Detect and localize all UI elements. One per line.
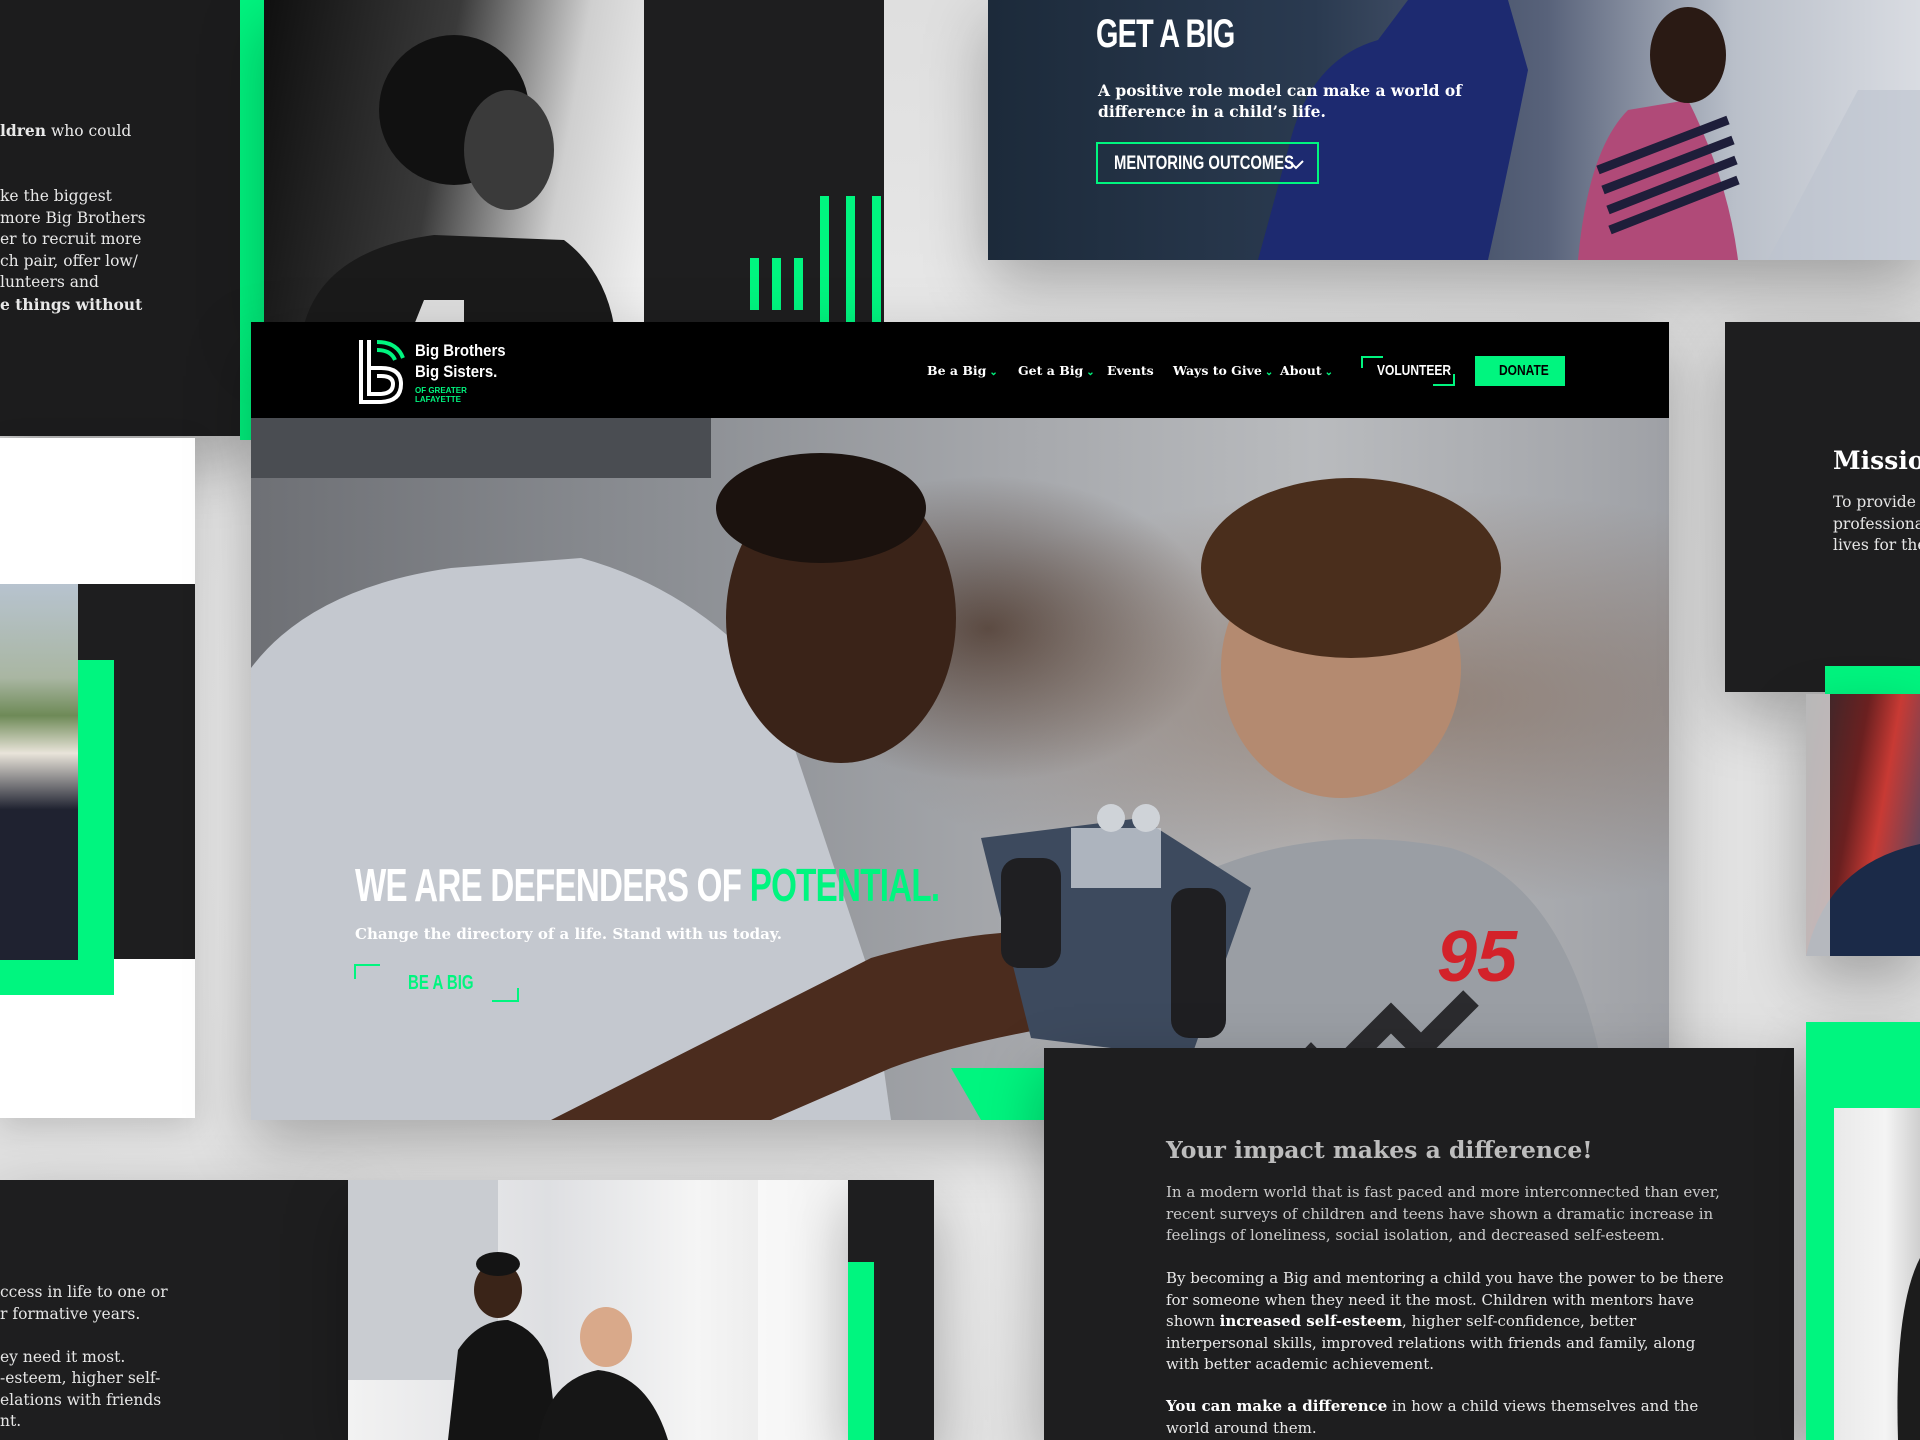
story-bold-children: ldren [0, 121, 47, 140]
impact-side-photo-image [1897, 1258, 1920, 1440]
left-photo-card [0, 438, 195, 1118]
bottom-left-line-4: -esteem, higher self- [0, 1369, 161, 1387]
get-a-big-subtitle: A positive role model can make a world o… [1098, 80, 1462, 122]
chevron-down-icon [1288, 160, 1304, 170]
logo-mark-icon [359, 340, 405, 404]
equalizer-bar [772, 258, 781, 310]
logo-sub-line-2: LAFAYETTE [415, 395, 461, 404]
nav-label: About [1280, 363, 1322, 378]
volunteer-button[interactable]: VOLUNTEER [1361, 356, 1455, 386]
hero-headline: WE ARE DEFENDERS OF POTENTIAL. [355, 858, 940, 912]
logo-subtitle: OF GREATER LAFAYETTE [415, 386, 467, 404]
donate-button[interactable]: DONATE [1475, 356, 1565, 386]
story-line-1: ldren who could [0, 120, 240, 143]
story-line-1-rest: who could [46, 122, 132, 140]
bottom-left-line-5: elations with friends [0, 1390, 162, 1409]
equalizer-bar [794, 258, 803, 310]
mission-line-1: To provide [1833, 493, 1916, 511]
mission-card: Missio To provide professiona lives for … [1725, 322, 1920, 692]
get-a-big-subtitle-line1: A positive role model can make a world o… [1098, 81, 1462, 100]
mission-title: Missio [1833, 446, 1920, 475]
bottom-left-line-6: nt. [0, 1412, 22, 1430]
hero-headline-green: POTENTIAL. [749, 859, 940, 911]
nav-label: Get a Big [1018, 363, 1084, 378]
chevron-down-icon: ⌄ [1264, 367, 1274, 378]
shirt-number: 95 [1437, 917, 1518, 997]
get-a-big-subtitle-line2: difference in a child’s life. [1098, 102, 1326, 121]
story-text-card: ldren who could ke the biggest more Big … [0, 0, 262, 436]
bottom-left-line-2: r formative years. [0, 1304, 141, 1323]
nav-label: Be a Big [927, 363, 987, 378]
nav-ways-to-give[interactable]: Ways to Give ⌄ [1173, 363, 1273, 378]
impact-paragraph-2: By becoming a Big and mentoring a child … [1166, 1268, 1726, 1376]
portrait-card [264, 0, 644, 325]
equalizer-bar [750, 258, 759, 310]
logo-wordmark: Big Brothers Big Sisters. [415, 340, 506, 382]
story-p2-line5: lunteers and [0, 273, 99, 291]
chevron-down-icon: ⌄ [1086, 367, 1095, 378]
site-header: Big Brothers Big Sisters. OF GREATER LAF… [251, 322, 1669, 418]
hero-screenshot-card: Big Brothers Big Sisters. OF GREATER LAF… [251, 322, 1669, 1120]
equalizer-bar [820, 196, 829, 325]
donate-label: DONATE [1499, 362, 1549, 379]
hero-photo: 95 WE ARE DEFENDERS OF POTENTIAL. Change… [251, 418, 1669, 1120]
impact-title: Your impact makes a difference! [1166, 1136, 1593, 1164]
bottom-accent-bar [848, 1262, 874, 1440]
logo[interactable]: Big Brothers Big Sisters. OF GREATER LAF… [355, 336, 515, 406]
logo-line-1: Big Brothers [415, 341, 506, 360]
bottom-photo-card [348, 1180, 848, 1440]
get-a-big-card: GET A BIG A positive role model can make… [988, 0, 1920, 260]
story-p2-line3: er to recruit more [0, 230, 142, 248]
bottom-photo-image [348, 1180, 848, 1440]
impact-p3-bold: You can make a difference [1166, 1397, 1388, 1415]
portrait-photo [304, 35, 614, 325]
hero-headline-white: WE ARE DEFENDERS OF [355, 859, 750, 911]
story-p2-line4: ch pair, offer low/ [0, 251, 138, 270]
chevron-down-icon: ⌄ [989, 367, 998, 378]
nav-be-a-big[interactable]: Be a Big ⌄ [927, 363, 998, 378]
equalizer-card [644, 0, 884, 325]
nav-get-a-big[interactable]: Get a Big ⌄ [1018, 363, 1095, 378]
story-p2-line2: more Big Brothers [0, 208, 146, 227]
equalizer-bar [872, 196, 881, 325]
logo-line-2: Big Sisters. [415, 362, 498, 381]
chevron-down-icon: ⌄ [1324, 367, 1334, 378]
story-paragraph-2: ke the biggest more Big Brothers er to r… [0, 186, 146, 315]
impact-paragraph-3: You can make a difference in how a child… [1166, 1396, 1726, 1439]
bottom-left-text: ccess in life to one or r formative year… [0, 1282, 168, 1433]
equalizer-bar [846, 196, 855, 325]
story-p2-line1: ke the biggest [0, 187, 112, 205]
logo-sub-line-1: OF GREATER [415, 386, 467, 395]
impact-p2-bold: increased self-esteem [1219, 1312, 1402, 1330]
impact-side-photo [1834, 1108, 1920, 1440]
bottom-left-line-1: ccess in life to one or [0, 1283, 168, 1301]
mission-line-3: lives for the [1833, 536, 1920, 554]
be-a-big-button[interactable]: BE A BIG [354, 964, 519, 1002]
impact-paragraph-1: In a modern world that is fast paced and… [1166, 1183, 1720, 1244]
right-photo-card [1806, 694, 1920, 956]
bottom-right-dark-strip [848, 1180, 934, 1440]
mentoring-outcomes-label: MENTORING OUTCOMES [1114, 153, 1295, 174]
hero-subline: Change the directory of a life. Stand wi… [355, 925, 783, 943]
story-p2-line6: e things without [0, 294, 143, 314]
bottom-left-line-3: ey need it most. [0, 1347, 126, 1366]
impact-card: Your impact makes a difference! In a mod… [1044, 1048, 1794, 1440]
left-photo-image [0, 584, 78, 960]
get-a-big-title: GET A BIG [1096, 12, 1235, 56]
mission-accent-strip [1825, 666, 1920, 696]
right-photo-image [1806, 694, 1920, 956]
nav-label: Events [1107, 363, 1154, 378]
mission-line-2: professiona [1833, 514, 1920, 533]
nav-about[interactable]: About ⌄ [1280, 363, 1333, 378]
mentoring-outcomes-button[interactable]: MENTORING OUTCOMES [1096, 142, 1319, 184]
volunteer-label: VOLUNTEER [1377, 362, 1452, 379]
bottom-left-text-card: ccess in life to one or r formative year… [0, 1180, 350, 1440]
nav-events[interactable]: Events [1107, 363, 1154, 378]
mission-text: To provide professiona lives for the [1833, 492, 1920, 557]
be-a-big-label: BE A BIG [408, 972, 474, 994]
hero-photo-shapes [251, 418, 1611, 1120]
nav-label: Ways to Give [1173, 363, 1262, 378]
